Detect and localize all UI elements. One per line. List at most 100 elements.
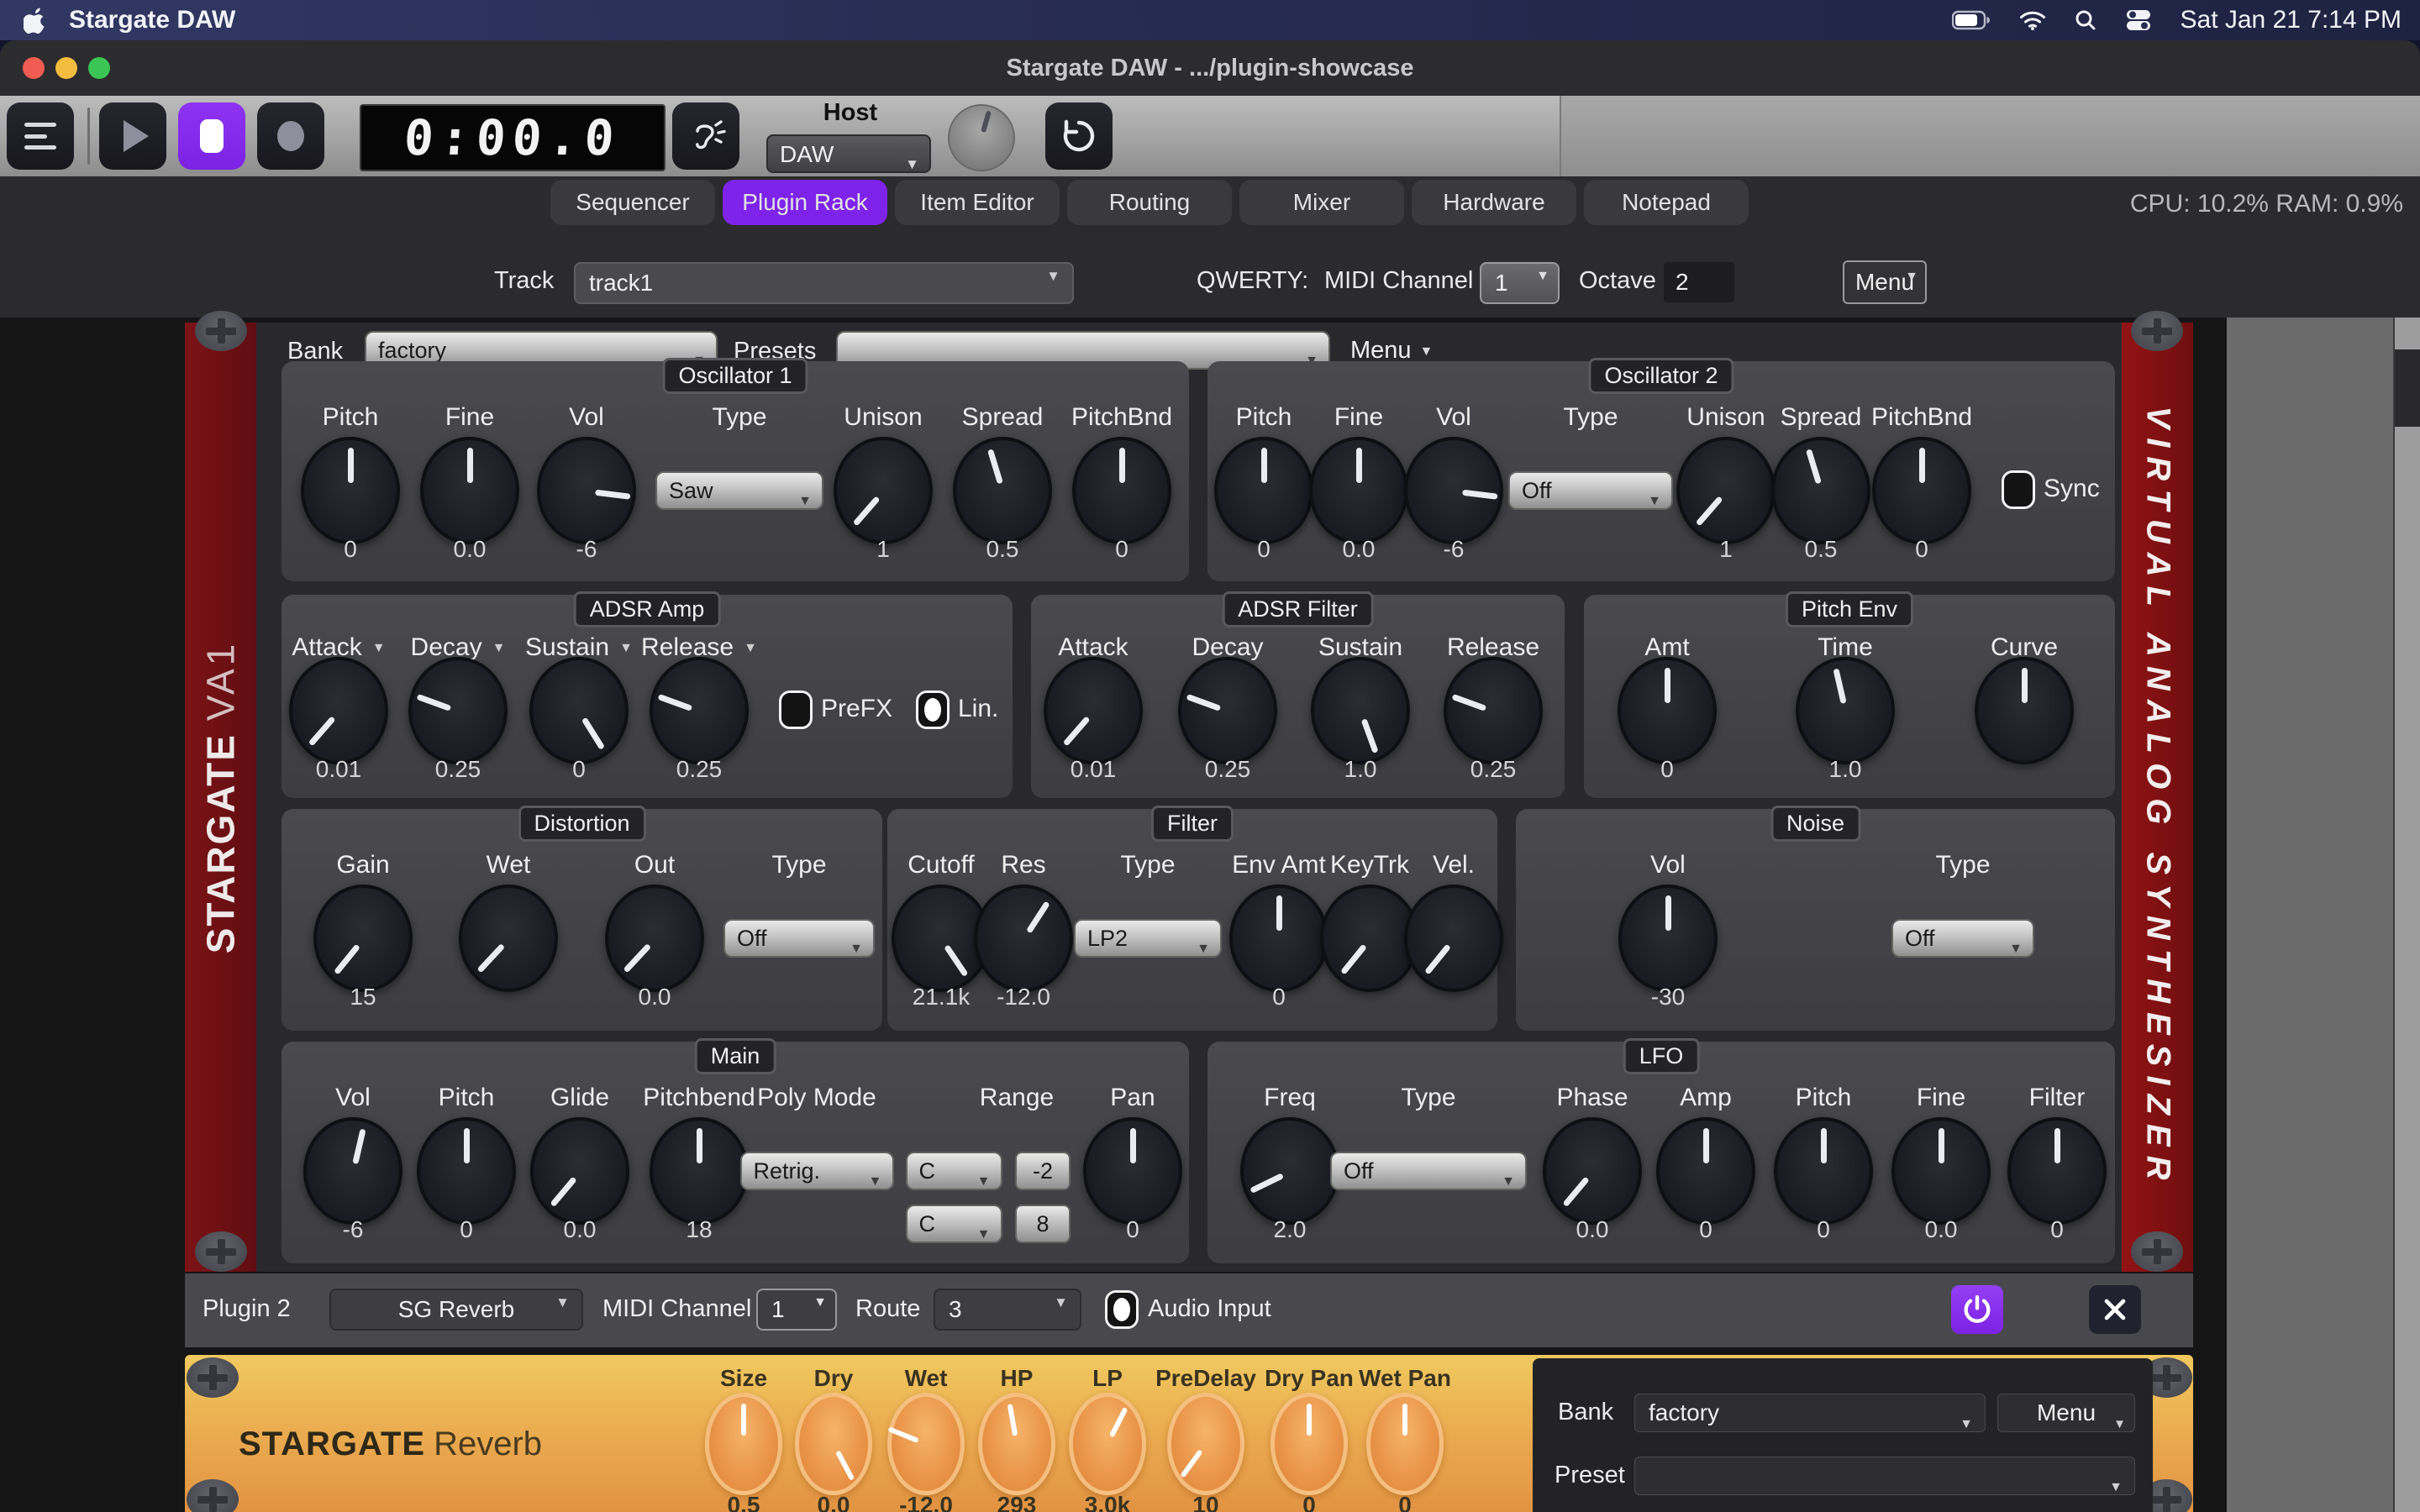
pitch-knob[interactable] [1214,437,1313,544]
predelay-knob[interactable] [1167,1393,1244,1495]
range-top-note-dropdown[interactable]: C▼ [906,1152,1002,1190]
sync-checkbox[interactable] [2002,470,2035,509]
curve-knob[interactable] [1975,657,2074,764]
pitchbend-knob[interactable] [650,1117,749,1225]
loop-button[interactable] [1045,102,1113,170]
resize-plus-button[interactable] [187,1479,239,1512]
freq-knob[interactable] [1240,1117,1339,1225]
main-volume-knob[interactable] [948,104,1015,171]
tab-routing[interactable]: Routing [1067,180,1232,225]
env-amt-knob[interactable] [1229,885,1328,992]
control-center-icon[interactable] [2125,9,2152,31]
pitchbnd-knob[interactable] [1872,437,1971,544]
apple-menu-icon[interactable] [24,7,47,34]
sustain-knob[interactable] [529,657,629,764]
midi-channel-dropdown[interactable]: 1▼ [1480,262,1560,304]
type-dropdown[interactable]: Off▼ [1330,1152,1527,1190]
resize-plus-button[interactable] [187,1357,239,1398]
spread-knob[interactable] [953,437,1052,544]
phase-knob[interactable] [1543,1117,1642,1225]
reverb-menu-button[interactable]: Menu▼ [1997,1394,2135,1432]
plugin-2-power-button[interactable] [1951,1285,2003,1334]
reverb-preset-dropdown[interactable]: ▼ [1634,1457,2135,1495]
tab-item-editor[interactable]: Item Editor [895,180,1060,225]
pitch-knob[interactable] [301,437,400,544]
type-dropdown[interactable]: LP2▼ [1074,919,1222,958]
wet-knob[interactable] [887,1393,965,1495]
host-dropdown[interactable]: DAW▼ [766,134,931,173]
tab-plugin-rack[interactable]: Plugin Rack [723,180,887,225]
decay-knob[interactable] [408,657,508,764]
play-button[interactable] [99,102,166,170]
menu-bar-app-name[interactable]: Stargate DAW [69,6,235,34]
fine-knob[interactable] [1891,1117,1991,1225]
poly-mode-dropdown[interactable]: Retrig.▼ [740,1152,894,1190]
dry-knob[interactable] [795,1393,872,1495]
range-top-octave-spinner[interactable]: -2 [1015,1152,1071,1190]
resize-plus-button[interactable] [195,311,247,351]
vol-knob[interactable] [537,437,636,544]
vertical-scrollbar[interactable] [2393,318,2420,1512]
lp-knob[interactable] [1069,1393,1146,1495]
glide-knob[interactable] [530,1117,629,1225]
size-knob[interactable] [705,1393,782,1495]
audio-input-radio[interactable] [1105,1290,1139,1329]
wet-pan-knob[interactable] [1366,1393,1444,1495]
decay-knob[interactable] [1178,657,1277,764]
plugin-2-midi-channel-dropdown[interactable]: 1▼ [756,1289,837,1331]
wifi-icon[interactable] [2019,9,2046,31]
gain-knob[interactable] [313,885,413,992]
track-select-dropdown[interactable]: track1▼ [574,262,1074,304]
menu-bar-clock[interactable]: Sat Jan 21 7:14 PM [2181,6,2402,34]
prefx-checkbox[interactable] [779,690,813,729]
release-knob[interactable] [1444,657,1543,764]
hp-knob[interactable] [978,1393,1055,1495]
type-dropdown[interactable]: Off▼ [1891,919,2034,958]
vel-knob[interactable] [1404,885,1503,992]
fine-knob[interactable] [1309,437,1408,544]
tab-mixer[interactable]: Mixer [1239,180,1404,225]
battery-icon[interactable] [1952,10,1991,30]
track-menu-button[interactable]: Menu▼ [1843,260,1927,304]
route-dropdown[interactable]: 3▼ [934,1289,1081,1331]
stop-button[interactable] [178,102,245,170]
tab-hardware[interactable]: Hardware [1412,180,1576,225]
metronome-listen-button[interactable] [672,102,739,170]
attack-knob[interactable] [289,657,388,764]
time-knob[interactable] [1796,657,1895,764]
pan-knob[interactable] [1083,1117,1182,1225]
pitchbnd-knob[interactable] [1072,437,1171,544]
plugin-2-remove-button[interactable] [2089,1285,2141,1334]
amp-knob[interactable] [1656,1117,1755,1225]
spread-knob[interactable] [1771,437,1870,544]
record-button[interactable] [257,102,324,170]
dry-pan-knob[interactable] [1270,1393,1348,1495]
type-dropdown[interactable]: Off▼ [723,919,875,958]
pitch-knob[interactable] [417,1117,516,1225]
res-knob[interactable] [974,885,1073,992]
type-dropdown[interactable]: Saw▼ [655,471,823,510]
resize-plus-button[interactable] [195,1231,247,1272]
amt-knob[interactable] [1618,657,1717,764]
out-knob[interactable] [605,885,704,992]
plugin-2-select-dropdown[interactable]: SG Reverb▼ [329,1289,583,1331]
vol-knob[interactable] [1404,437,1503,544]
wet-knob[interactable] [459,885,558,992]
resize-plus-button[interactable] [2131,1231,2183,1272]
fine-knob[interactable] [420,437,519,544]
resize-plus-button[interactable] [2131,311,2183,351]
vol-knob[interactable] [1618,885,1718,992]
main-menu-button[interactable] [7,102,74,170]
tab-sequencer[interactable]: Sequencer [550,180,715,225]
unison-knob[interactable] [834,437,933,544]
filter-knob[interactable] [2007,1117,2107,1225]
range-bottom-note-dropdown[interactable]: C▼ [906,1205,1002,1243]
unison-knob[interactable] [1676,437,1776,544]
lin-radio[interactable] [916,690,950,729]
scrollbar-thumb[interactable] [2395,349,2420,427]
pitch-knob[interactable] [1774,1117,1873,1225]
reverb-bank-dropdown[interactable]: factory▼ [1634,1394,1986,1432]
octave-spinner[interactable]: 2 [1664,262,1734,302]
tab-notepad[interactable]: Notepad [1584,180,1749,225]
attack-knob[interactable] [1044,657,1143,764]
